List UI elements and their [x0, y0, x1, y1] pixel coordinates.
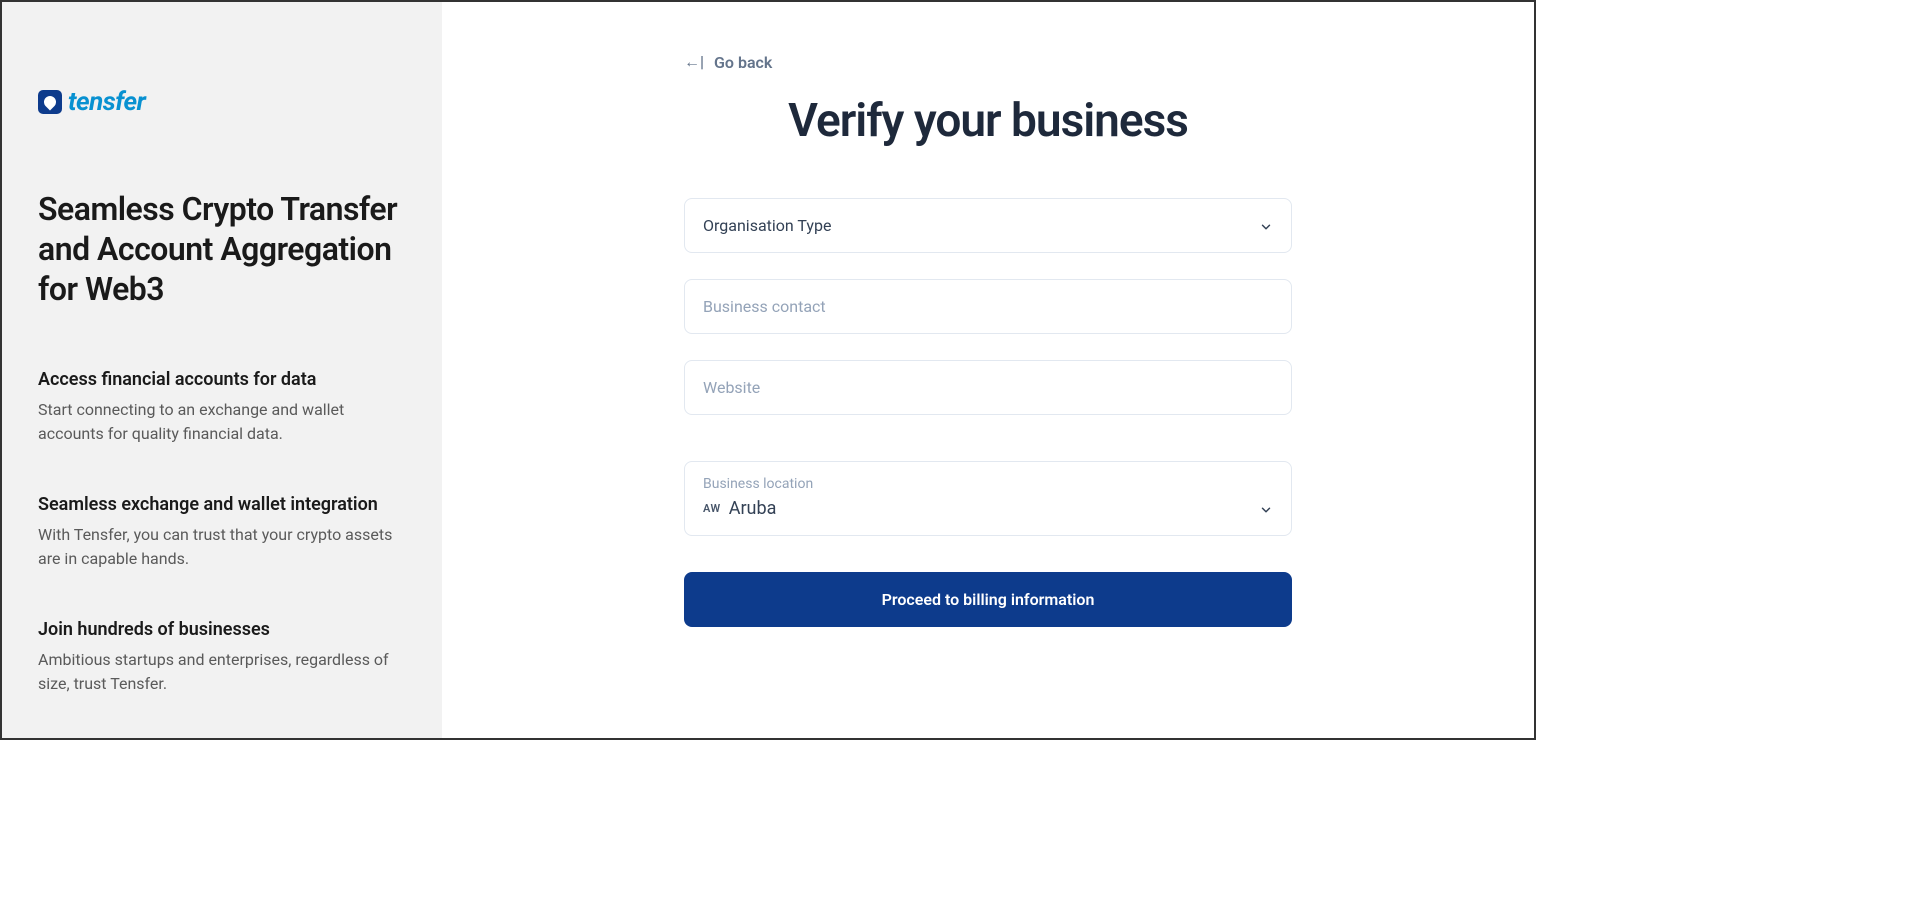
- business-contact-input[interactable]: [684, 279, 1292, 334]
- org-type-label: Organisation Type: [703, 216, 831, 235]
- country-name: Aruba: [729, 498, 777, 519]
- arrow-left-icon: ←|: [684, 52, 704, 72]
- location-label: Business location: [703, 476, 1273, 492]
- feature-desc: Start connecting to an exchange and wall…: [38, 398, 406, 446]
- proceed-button[interactable]: Proceed to billing information: [684, 572, 1292, 627]
- sidebar-headline: Seamless Crypto Transfer and Account Agg…: [38, 189, 406, 309]
- website-input[interactable]: [684, 360, 1292, 415]
- main-content: ←| Go back Verify your business Organisa…: [442, 2, 1534, 738]
- org-type-select[interactable]: Organisation Type: [684, 198, 1292, 253]
- go-back-link[interactable]: ←| Go back: [684, 52, 772, 72]
- logo-text: tensfer: [68, 87, 145, 117]
- feature-title: Access financial accounts for data: [38, 369, 406, 390]
- feature-title: Seamless exchange and wallet integration: [38, 494, 406, 515]
- feature-desc: With Tensfer, you can trust that your cr…: [38, 523, 406, 571]
- feature-desc: Ambitious startups and enterprises, rega…: [38, 648, 406, 696]
- chevron-down-icon: [1259, 219, 1273, 233]
- chevron-down-icon: [1259, 502, 1273, 516]
- page-title: Verify your business: [684, 94, 1292, 148]
- logo: tensfer: [38, 87, 406, 117]
- feature-title: Join hundreds of businesses: [38, 619, 406, 640]
- sidebar: tensfer Seamless Crypto Transfer and Acc…: [2, 2, 442, 738]
- back-label: Go back: [714, 53, 772, 72]
- feature-item: Access financial accounts for data Start…: [38, 369, 406, 446]
- business-location-select[interactable]: Business location AW Aruba: [684, 461, 1292, 536]
- feature-item: Join hundreds of businesses Ambitious st…: [38, 619, 406, 696]
- logo-icon: [38, 90, 62, 114]
- country-code: AW: [703, 502, 721, 515]
- feature-item: Seamless exchange and wallet integration…: [38, 494, 406, 571]
